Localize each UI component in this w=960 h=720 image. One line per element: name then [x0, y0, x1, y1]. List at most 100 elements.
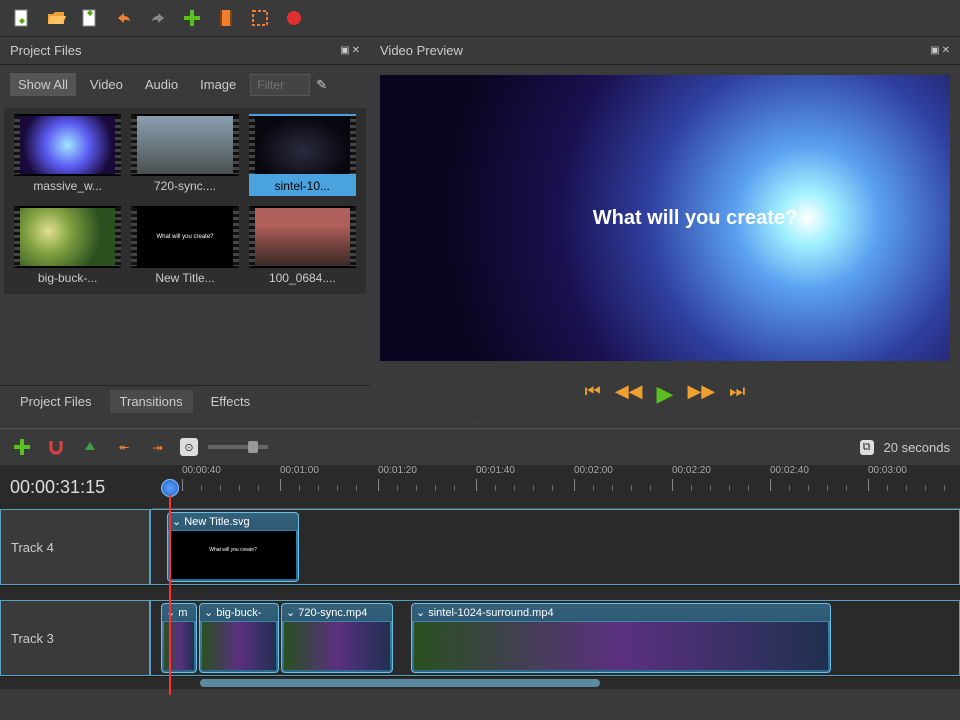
project-files-title: Project Files — [10, 43, 82, 58]
chevron-down-icon[interactable]: ⌄ — [286, 606, 295, 619]
expand-icon[interactable] — [248, 6, 272, 30]
clip-body — [284, 622, 390, 670]
track-row: Track 3 ⌄m⌄big-buck-⌄720-sync.mp4 ⌄sintel-… — [0, 600, 960, 677]
zoom-slider[interactable] — [208, 445, 268, 449]
new-file-icon[interactable] — [10, 6, 34, 30]
track-row: Track 4⌄New Title.svgWhat will you creat… — [0, 509, 960, 586]
zoom-label: 20 seconds — [884, 440, 951, 455]
filter-bar: Show All Video Audio Image ✎ — [0, 65, 370, 104]
clip-body: What will you create? — [170, 531, 296, 579]
panel-close-icon[interactable]: ✕ — [352, 45, 360, 56]
clip[interactable]: ⌄big-buck- — [199, 603, 279, 673]
tab-project-files[interactable]: Project Files — [10, 390, 102, 413]
file-name: 720-sync.... — [131, 176, 238, 196]
ruler-tick: 00:00:40 — [182, 465, 221, 476]
panel-close-icon[interactable]: ✕ — [942, 45, 950, 56]
file-thumb — [249, 206, 356, 268]
clip[interactable]: ⌄New Title.svgWhat will you create? — [167, 512, 299, 582]
clip-body — [414, 622, 828, 670]
add-icon[interactable] — [180, 6, 204, 30]
clip-title: ⌄big-buck- — [200, 604, 278, 621]
timeline-ruler[interactable]: 00:00:40 00:01:00 00:01:20 00:01:40 00:02:00… — [152, 465, 960, 509]
file-thumb: What will you create? — [131, 206, 238, 268]
file-item[interactable]: big-buck-... — [14, 206, 121, 288]
playhead[interactable] — [170, 479, 179, 695]
add-track-icon[interactable] — [10, 435, 34, 459]
track-content[interactable]: ⌄New Title.svgWhat will you create? — [150, 509, 960, 585]
center-icon[interactable]: ⊙ — [180, 438, 198, 456]
ruler-tick: 00:02:40 — [770, 465, 809, 476]
save-file-icon[interactable] — [78, 6, 102, 30]
ruler-tick: 00:01:40 — [476, 465, 515, 476]
ruler-tick: 00:02:00 — [574, 465, 613, 476]
file-item[interactable]: sintel-10... — [249, 114, 356, 196]
current-time: 00:00:31:15 — [0, 467, 152, 508]
filter-input[interactable] — [250, 74, 310, 96]
clip[interactable]: ⌄720-sync.mp4 — [281, 603, 393, 673]
jump-start-icon[interactable]: ⏮ — [585, 381, 601, 407]
panel-restore-icon[interactable]: ▣ — [340, 45, 349, 56]
main-toolbar — [0, 0, 960, 37]
file-item[interactable]: 100_0684.... — [249, 206, 356, 288]
filter-audio[interactable]: Audio — [137, 73, 186, 96]
clip-title: ⌄sintel-1024-surround.mp4 — [412, 604, 830, 621]
timeline-toolbar: ⯬ ⯮ ⊙ ⧉ 20 seconds — [0, 428, 960, 465]
next-marker-icon[interactable]: ⯮ — [146, 435, 170, 459]
preview-overlay-text: What will you create? — [593, 207, 797, 230]
timeline: 00:00:31:15 00:00:4000:01:0000:01:2000:0… — [0, 465, 960, 689]
file-thumb — [14, 206, 121, 268]
forward-icon[interactable]: ▶▶ — [687, 381, 715, 407]
project-tabs: Project Files Transitions Effects — [0, 385, 370, 417]
open-file-icon[interactable] — [44, 6, 68, 30]
ruler-tick: 00:01:00 — [280, 465, 319, 476]
clip-body — [202, 622, 276, 670]
jump-end-icon[interactable]: ⏭ — [729, 381, 745, 407]
track-label[interactable]: Track 4 — [0, 509, 150, 585]
zoom-scale-icon[interactable]: ⧉ — [860, 440, 874, 455]
track-label[interactable]: Track 3 — [0, 600, 150, 676]
file-name: 100_0684.... — [249, 268, 356, 288]
timeline-scrollbar[interactable] — [0, 677, 960, 689]
file-item[interactable]: massive_w... — [14, 114, 121, 196]
file-thumb — [14, 114, 121, 176]
clip[interactable]: ⌄m — [161, 603, 197, 673]
video-preview-panel: Video Preview ▣ ✕ What will you create? … — [370, 37, 960, 417]
video-preview-title: Video Preview — [380, 43, 463, 58]
ruler-tick: 00:02:20 — [672, 465, 711, 476]
file-item[interactable]: What will you create?New Title... — [131, 206, 238, 288]
chevron-down-icon[interactable]: ⌄ — [416, 606, 425, 619]
track-content[interactable]: ⌄m⌄big-buck-⌄720-sync.mp4 ⌄sintel-1024-su… — [150, 600, 960, 676]
prev-marker-icon[interactable]: ⯬ — [112, 435, 136, 459]
tab-transitions[interactable]: Transitions — [110, 390, 193, 413]
file-name: big-buck-... — [14, 268, 121, 288]
play-icon[interactable]: ▶ — [657, 381, 674, 407]
splitter[interactable]: ····· — [0, 417, 960, 428]
undo-icon[interactable] — [112, 6, 136, 30]
clip[interactable]: ⌄sintel-1024-surround.mp4 — [411, 603, 831, 673]
preview-area[interactable]: What will you create? — [380, 75, 950, 361]
clip-title: ⌄New Title.svg — [168, 513, 298, 530]
clip-title: ⌄720-sync.mp4 — [282, 604, 392, 621]
filter-show-all[interactable]: Show All — [10, 73, 76, 96]
ruler-tick: 00:01:20 — [378, 465, 417, 476]
filter-video[interactable]: Video — [82, 73, 131, 96]
files-grid: massive_w... 720-sync.... sintel-10... big-… — [4, 108, 366, 294]
snap-icon[interactable] — [44, 435, 68, 459]
file-name: New Title... — [131, 268, 238, 288]
film-icon[interactable] — [214, 6, 238, 30]
chevron-down-icon[interactable]: ⌄ — [204, 606, 213, 619]
panel-restore-icon[interactable]: ▣ — [930, 45, 939, 56]
tab-effects[interactable]: Effects — [201, 390, 261, 413]
filter-image[interactable]: Image — [192, 73, 244, 96]
rewind-icon[interactable]: ◀◀ — [615, 381, 643, 407]
redo-icon[interactable] — [146, 6, 170, 30]
marker-icon[interactable] — [78, 435, 102, 459]
file-thumb — [131, 114, 238, 176]
record-icon[interactable] — [282, 6, 306, 30]
clear-filter-icon[interactable]: ✎ — [316, 77, 327, 93]
file-name: sintel-10... — [249, 176, 356, 196]
clip-title: ⌄m — [162, 604, 196, 621]
file-item[interactable]: 720-sync.... — [131, 114, 238, 196]
ruler-tick: 00:03:00 — [868, 465, 907, 476]
file-thumb — [249, 114, 356, 176]
